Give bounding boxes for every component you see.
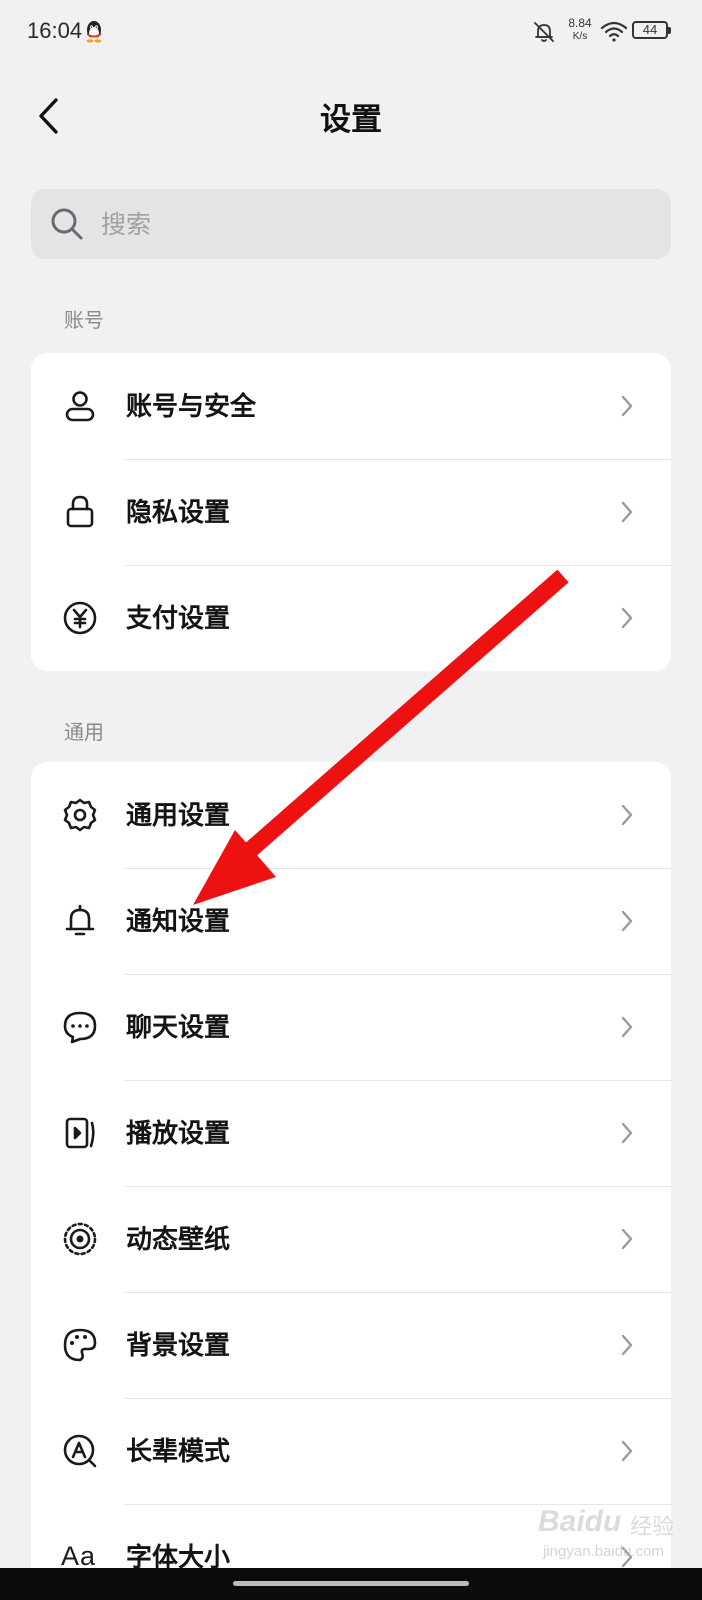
- settings-item-chat[interactable]: 聊天设置: [31, 974, 671, 1080]
- elder-mode-icon: [63, 1434, 97, 1468]
- settings-item-playback[interactable]: 播放设置: [31, 1080, 671, 1186]
- chevron-right-icon: [621, 1122, 633, 1144]
- chevron-right-icon: [621, 607, 633, 629]
- settings-item-background[interactable]: 背景设置: [31, 1292, 671, 1398]
- section-label-account: 账号: [64, 308, 104, 332]
- search-icon: [51, 208, 83, 240]
- system-navigation-bar: [0, 1568, 702, 1600]
- section-label-general: 通用: [64, 720, 104, 744]
- settings-item-notifications[interactable]: 通知设置: [31, 868, 671, 974]
- settings-item-label: 支付设置: [126, 604, 231, 634]
- watermark-suffix: 经验: [630, 1515, 675, 1540]
- watermark-brand: Baidu: [538, 1505, 622, 1538]
- lock-icon: [66, 495, 94, 528]
- network-speed: 8.84 K/s: [565, 17, 595, 43]
- account-settings-card: 账号与安全 隐私设置 支付设置: [31, 353, 671, 671]
- settings-item-label: 播放设置: [126, 1119, 231, 1149]
- settings-item-label: 通知设置: [126, 907, 231, 937]
- bell-off-icon: [534, 22, 554, 42]
- general-settings-card: 通用设置 通知设置 聊天设置 播放设置 动态壁纸 背景设置 长辈模式 Aa 字体…: [31, 762, 671, 1568]
- chevron-right-icon: [621, 1334, 633, 1356]
- settings-item-label: 动态壁纸: [126, 1225, 231, 1255]
- settings-item-general[interactable]: 通用设置: [31, 762, 671, 868]
- settings-item-elder-mode[interactable]: 长辈模式: [31, 1398, 671, 1504]
- user-icon: [65, 391, 95, 422]
- settings-item-label: 字体大小: [126, 1543, 231, 1568]
- play-screen-icon: [65, 1117, 95, 1149]
- status-bar: 16:04 8.84 K/s 44: [0, 0, 702, 64]
- search-bar[interactable]: [31, 189, 671, 259]
- home-indicator[interactable]: [233, 1581, 469, 1586]
- baidu-jingyan-watermark: Baidu 经验 jingyan.baidu.com: [538, 1505, 678, 1563]
- font-size-icon: Aa: [61, 1541, 97, 1568]
- yen-icon: [63, 601, 97, 635]
- bell-icon: [65, 904, 95, 936]
- gear-icon: [63, 798, 97, 832]
- chevron-right-icon: [621, 501, 633, 523]
- chevron-right-icon: [621, 1440, 633, 1462]
- chevron-right-icon: [621, 1228, 633, 1250]
- settings-item-label: 长辈模式: [126, 1437, 231, 1467]
- battery-icon: 44: [632, 21, 671, 39]
- network-speed-unit: K/s: [572, 31, 588, 42]
- search-input[interactable]: [101, 205, 621, 243]
- watermark-url: jingyan.baidu.com: [543, 1543, 664, 1560]
- settings-item-live-wallpaper[interactable]: 动态壁纸: [31, 1186, 671, 1292]
- chat-bubble-icon: [63, 1011, 97, 1044]
- settings-item-label: 聊天设置: [126, 1013, 231, 1043]
- chevron-right-icon: [621, 1016, 633, 1038]
- settings-item-label: 隐私设置: [126, 498, 231, 528]
- settings-item-label: 背景设置: [126, 1331, 231, 1361]
- settings-item-privacy[interactable]: 隐私设置: [31, 459, 671, 565]
- wifi-icon: [600, 21, 628, 42]
- chevron-right-icon: [621, 910, 633, 932]
- settings-item-payment[interactable]: 支付设置: [31, 565, 671, 671]
- status-time: 16:04: [27, 18, 83, 43]
- chevron-right-icon: [621, 804, 633, 826]
- page-title: 设置: [320, 102, 382, 138]
- settings-item-label: 账号与安全: [126, 392, 257, 422]
- live-wallpaper-icon: [63, 1222, 97, 1256]
- chevron-right-icon: [621, 395, 633, 417]
- network-speed-value: 8.84: [568, 16, 592, 30]
- settings-item-label: 通用设置: [126, 801, 231, 831]
- palette-icon: [63, 1328, 97, 1362]
- settings-item-account-security[interactable]: 账号与安全: [31, 353, 671, 459]
- qq-penguin-icon: [86, 21, 102, 43]
